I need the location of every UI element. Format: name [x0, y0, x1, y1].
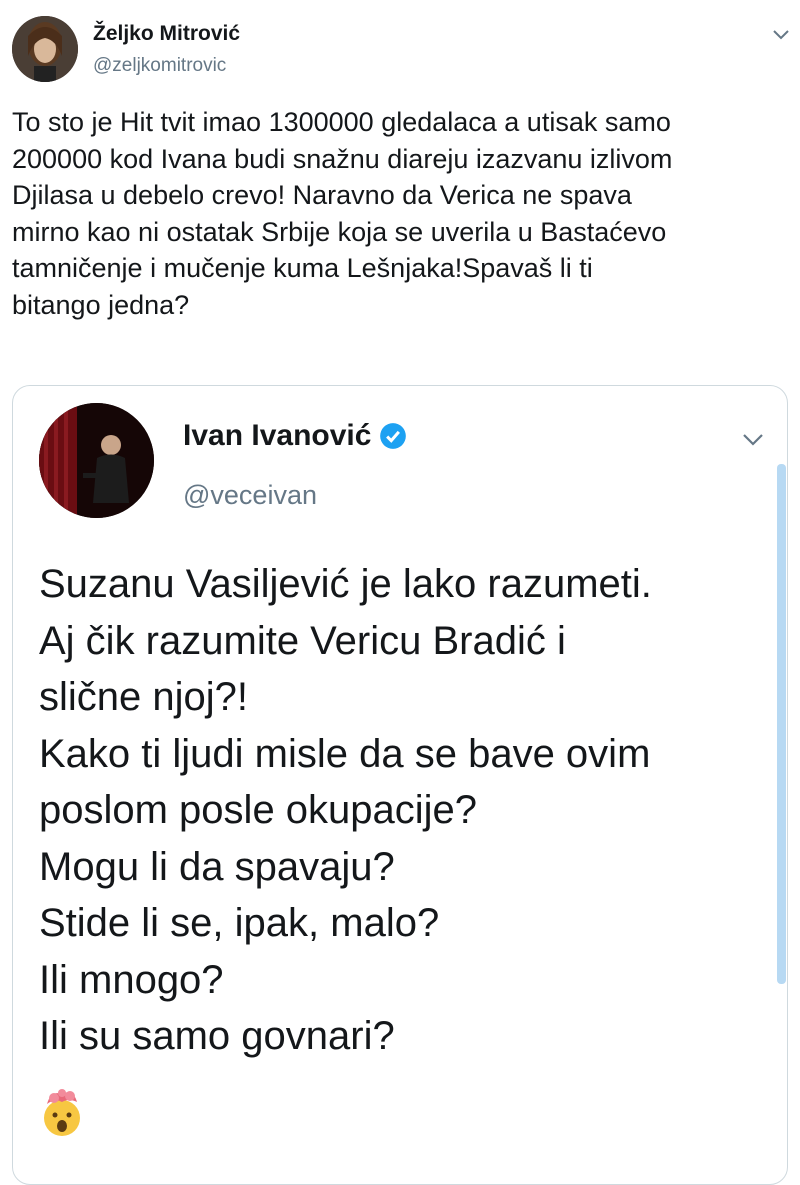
- author-name[interactable]: Željko Mitrović: [93, 22, 240, 46]
- author-avatar-image: [12, 16, 78, 82]
- quoted-text-line: Ili su samo govnari?: [39, 1014, 395, 1058]
- quoted-text-line: slične njoj?!: [39, 675, 249, 719]
- author-avatar[interactable]: [12, 16, 78, 82]
- quoted-text-line: Kako ti ljudi misle da se bave ovim: [39, 731, 651, 776]
- quoted-text-line: Aj čik razumite Vericu Bradić i: [39, 618, 566, 663]
- quoted-author-name[interactable]: Ivan Ivanović: [183, 419, 371, 453]
- author-handle[interactable]: @zeljkomitrovic: [93, 55, 226, 77]
- quoted-author-avatar-image: [39, 403, 154, 518]
- scrollbar[interactable]: [777, 464, 786, 984]
- chevron-down-icon[interactable]: [739, 429, 767, 449]
- quoted-text-line: Stide li se, ipak, malo?: [39, 901, 440, 945]
- quoted-tweet-card[interactable]: Ivan Ivanović @veceivan Suzanu Vasiljevi…: [12, 385, 788, 1185]
- quoted-author-handle[interactable]: @veceivan: [183, 480, 317, 511]
- quoted-author-avatar[interactable]: [39, 403, 154, 518]
- verified-badge-icon: [380, 423, 407, 449]
- exploding-head-emoji-icon: [44, 1089, 80, 1136]
- quoted-text-line: poslom posle okupacije?: [39, 788, 478, 832]
- tweet: Željko Mitrović @zeljkomitrovic To sto j…: [0, 0, 800, 1185]
- quoted-text-line: Ili mnogo?: [39, 957, 224, 1002]
- quoted-author-row: Ivan Ivanović: [183, 419, 407, 453]
- quoted-text-line: Mogu li da spavaju?: [39, 844, 395, 889]
- tweet-text: To sto je Hit tvit imao 1300000 gledalac…: [12, 107, 673, 320]
- quoted-text-line: Suzanu Vasiljević je lako razumeti.: [39, 562, 652, 606]
- chevron-down-icon[interactable]: [770, 26, 792, 42]
- quoted-tweet-text: Suzanu Vasiljević je lako razumeti. Aj č…: [39, 556, 769, 1065]
